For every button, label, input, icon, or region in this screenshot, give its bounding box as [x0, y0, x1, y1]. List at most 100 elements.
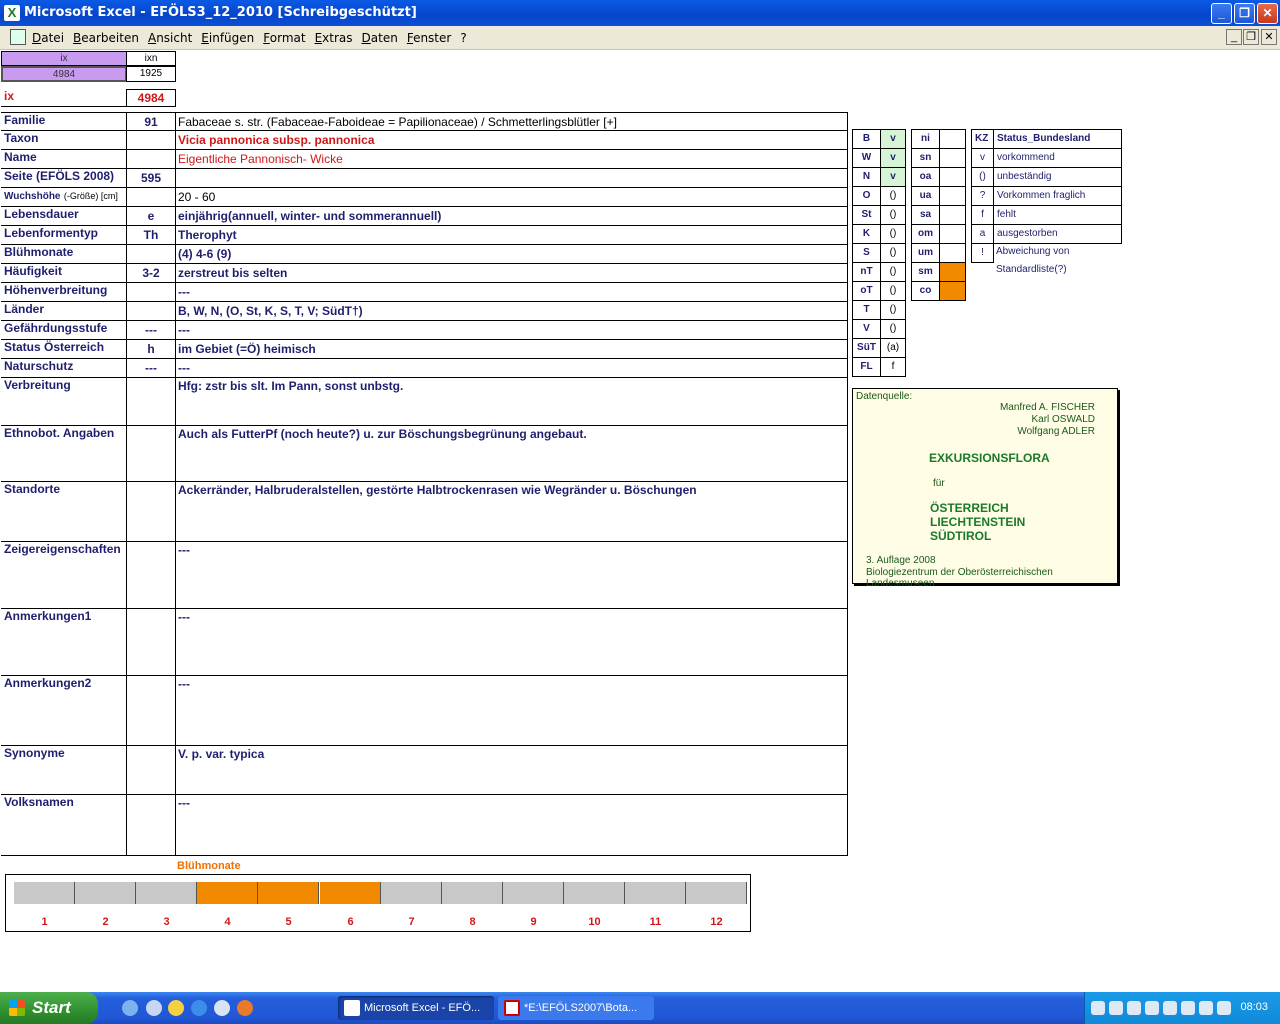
row-value[interactable]: Ackerränder, Halbruderalstellen, gestört…	[175, 481, 848, 542]
row-value[interactable]: ---	[175, 358, 848, 378]
region-value[interactable]	[939, 262, 966, 282]
ix-big-value[interactable]: 4984	[126, 89, 176, 107]
outlook-icon[interactable]	[214, 1000, 230, 1016]
state-value[interactable]: (a)	[880, 338, 906, 358]
row-value[interactable]: 20 - 60	[175, 187, 848, 207]
menu-item-8[interactable]: ?	[460, 31, 466, 45]
state-value[interactable]: ()	[880, 186, 906, 206]
region-value[interactable]	[939, 224, 966, 244]
antivirus-icon[interactable]	[1217, 1001, 1231, 1015]
row-value[interactable]: ---	[175, 282, 848, 302]
explorer-icon[interactable]	[146, 1000, 162, 1016]
row-value[interactable]: einjährig(annuell, winter- und sommerann…	[175, 206, 848, 226]
search-icon[interactable]	[1127, 1001, 1141, 1015]
row-code[interactable]: 91	[126, 112, 176, 131]
row-code[interactable]: ---	[126, 358, 176, 378]
row-code[interactable]	[126, 377, 176, 426]
state-value[interactable]: v	[880, 167, 906, 187]
row-code[interactable]	[126, 301, 176, 321]
state-value[interactable]: ()	[880, 243, 906, 263]
restore-button[interactable]: ❐	[1234, 3, 1255, 24]
row-code[interactable]: e	[126, 206, 176, 226]
ixn-value-cell[interactable]: 1925	[126, 66, 176, 82]
security-icon[interactable]	[1145, 1001, 1159, 1015]
region-value[interactable]	[939, 243, 966, 263]
state-value[interactable]: f	[880, 357, 906, 377]
mdi-minimize-button[interactable]: _	[1226, 29, 1242, 45]
info-icon[interactable]	[1199, 1001, 1213, 1015]
state-value[interactable]: ()	[880, 205, 906, 225]
row-value[interactable]: Therophyt	[175, 225, 848, 245]
state-value[interactable]: v	[880, 148, 906, 168]
start-button[interactable]: Start	[0, 992, 98, 1024]
region-value[interactable]	[939, 186, 966, 206]
menu-item-1[interactable]: Bearbeiten	[73, 31, 139, 45]
row-value[interactable]	[175, 168, 848, 188]
state-value[interactable]: ()	[880, 300, 906, 320]
row-code[interactable]: 595	[126, 168, 176, 188]
menu-item-2[interactable]: Ansicht	[148, 31, 192, 45]
row-value[interactable]: ---	[175, 320, 848, 340]
region-value[interactable]	[939, 205, 966, 225]
task-editor[interactable]: *E:\EFÖLS2007\Bota...	[498, 996, 654, 1020]
minimize-button[interactable]: _	[1211, 3, 1232, 24]
row-value[interactable]: zerstreut bis selten	[175, 263, 848, 283]
volume-icon[interactable]	[1109, 1001, 1123, 1015]
row-code[interactable]: h	[126, 339, 176, 359]
close-button[interactable]: ✕	[1257, 3, 1278, 24]
row-value[interactable]: ---	[175, 675, 848, 746]
menu-item-3[interactable]: Einfügen	[201, 31, 254, 45]
row-code[interactable]	[126, 675, 176, 746]
region-value[interactable]	[939, 148, 966, 168]
row-code[interactable]	[126, 425, 176, 482]
menu-item-6[interactable]: Daten	[362, 31, 398, 45]
ie-icon[interactable]	[191, 1000, 207, 1016]
menu-item-0[interactable]: Datei	[32, 31, 64, 45]
row-value[interactable]: ---	[175, 541, 848, 609]
row-code[interactable]: Th	[126, 225, 176, 245]
desktop-icon[interactable]	[122, 1000, 138, 1016]
task-excel[interactable]: Microsoft Excel - EFÖ...	[338, 996, 494, 1020]
media-icon[interactable]	[168, 1000, 184, 1016]
row-code[interactable]	[126, 282, 176, 302]
row-value[interactable]: ---	[175, 794, 848, 856]
row-value[interactable]: (4) 4-6 (9)	[175, 244, 848, 264]
row-value[interactable]: B, W, N, (O, St, K, S, T, V; SüdT†)	[175, 301, 848, 321]
firefox-icon[interactable]	[237, 1000, 253, 1016]
ix-value-cell[interactable]: 4984	[1, 66, 127, 82]
row-code[interactable]: 3-2	[126, 263, 176, 283]
menu-item-5[interactable]: Extras	[315, 31, 353, 45]
state-value[interactable]: ()	[880, 319, 906, 339]
state-value[interactable]: ()	[880, 224, 906, 244]
state-value[interactable]: ()	[880, 262, 906, 282]
shield-icon[interactable]	[1163, 1001, 1177, 1015]
row-value[interactable]: ---	[175, 608, 848, 676]
state-value[interactable]: ()	[880, 281, 906, 301]
update-icon[interactable]	[1181, 1001, 1195, 1015]
row-value[interactable]: im Gebiet (=Ö) heimisch	[175, 339, 848, 359]
region-value[interactable]	[939, 281, 966, 301]
menu-item-4[interactable]: Format	[263, 31, 305, 45]
row-value[interactable]: V. p. var. typica	[175, 745, 848, 795]
row-code[interactable]	[126, 149, 176, 169]
row-code[interactable]	[126, 130, 176, 150]
row-value[interactable]: Fabaceae s. str. (Fabaceae-Faboideae = P…	[175, 112, 848, 131]
row-code[interactable]	[126, 187, 176, 207]
row-value[interactable]: Hfg: zstr bis slt. Im Pann, sonst unbstg…	[175, 377, 848, 426]
row-code[interactable]	[126, 244, 176, 264]
region-value[interactable]	[939, 167, 966, 187]
mdi-close-button[interactable]: ✕	[1261, 29, 1277, 45]
row-value[interactable]: Eigentliche Pannonisch- Wicke	[175, 149, 848, 169]
row-code[interactable]	[126, 745, 176, 795]
mdi-restore-button[interactable]: ❐	[1243, 29, 1259, 45]
network-icon[interactable]	[1091, 1001, 1105, 1015]
row-code[interactable]	[126, 608, 176, 676]
menu-item-7[interactable]: Fenster	[407, 31, 452, 45]
state-value[interactable]: v	[880, 129, 906, 149]
row-value[interactable]: Vicia pannonica subsp. pannonica	[175, 130, 848, 150]
row-code[interactable]: ---	[126, 320, 176, 340]
row-code[interactable]	[126, 794, 176, 856]
row-code[interactable]	[126, 541, 176, 609]
workbook-icon[interactable]	[10, 29, 26, 45]
row-value[interactable]: Auch als FutterPf (noch heute?) u. zur B…	[175, 425, 848, 482]
